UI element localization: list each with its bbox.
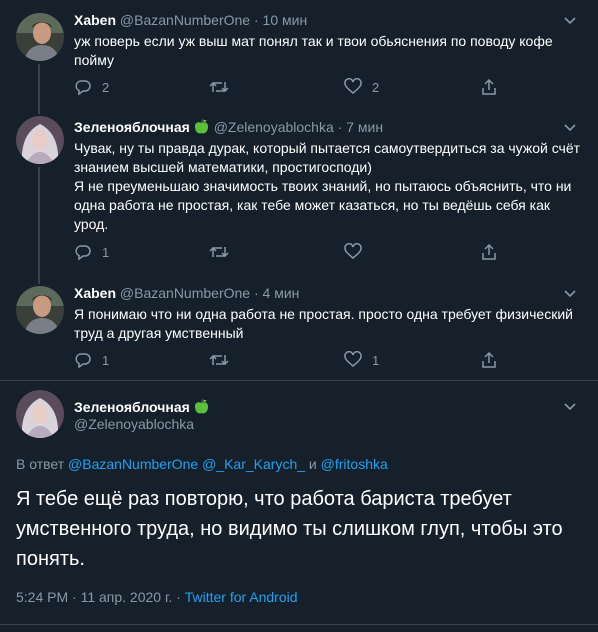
tweet-text: Чувак, ну ты правда дурак, который пытае…: [74, 139, 584, 234]
avatar-zelenoyablochka[interactable]: [16, 116, 64, 164]
reply-count: 1: [102, 244, 110, 260]
reply-button[interactable]: 2: [74, 78, 109, 96]
tweet-source-link[interactable]: Twitter for Android: [185, 589, 298, 605]
like-count: 1: [372, 352, 380, 368]
reply-count: 1: [102, 352, 110, 368]
retweet-icon: [209, 246, 229, 258]
heart-icon: [344, 78, 362, 94]
like-count: 2: [372, 79, 380, 95]
tweet-time[interactable]: 10 мин: [263, 12, 308, 28]
author-handle[interactable]: @BazanNumberOne: [120, 285, 250, 301]
author-name[interactable]: Xaben: [74, 12, 116, 28]
chevron-down-icon[interactable]: [562, 285, 578, 301]
author-name[interactable]: Зеленояблочная: [74, 119, 190, 135]
mention-link[interactable]: @BazanNumberOne: [68, 456, 198, 472]
author-handle[interactable]: @BazanNumberOne: [120, 12, 250, 28]
tweet-time[interactable]: 4 мин: [263, 285, 300, 301]
chevron-down-icon[interactable]: [562, 12, 578, 28]
replying-to: В ответ @BazanNumberOne @_Kar_Karych_ и …: [16, 456, 388, 472]
tweet-header: Зеленояблочная @Zelenoyablochka · 7 мин: [74, 118, 384, 135]
author-handle[interactable]: @Zelenoyablochka: [74, 416, 194, 432]
divider: [0, 380, 598, 381]
author-handle[interactable]: @Zelenoyablochka: [214, 119, 334, 135]
share-button[interactable]: [480, 351, 498, 369]
author-name[interactable]: Xaben: [74, 285, 116, 301]
like-button[interactable]: 1: [344, 351, 379, 369]
avatar-zelenoyablochka[interactable]: [16, 390, 64, 438]
thread-connector: [38, 64, 40, 114]
green-apple-icon: [194, 118, 208, 134]
tweet-actions: 2 2: [74, 78, 496, 98]
avatar-xaben[interactable]: [16, 286, 64, 334]
heart-icon: [344, 243, 362, 259]
thread-connector: [38, 167, 40, 284]
share-icon: [482, 351, 496, 368]
reply-icon: [75, 245, 91, 261]
author-name[interactable]: Зеленояблочная: [74, 398, 210, 415]
tweet-text-paragraph: Чувак, ну ты правда дурак, который пытае…: [74, 140, 581, 175]
reply-button[interactable]: 1: [74, 351, 109, 369]
retweet-icon: [209, 81, 229, 93]
chevron-down-icon[interactable]: [562, 398, 578, 414]
retweet-button[interactable]: [209, 351, 239, 369]
tweet-timestamp[interactable]: 5:24 PM · 11 апр. 2020 г. ·: [16, 589, 181, 605]
tweet-actions: 1: [74, 243, 496, 263]
tweet-time[interactable]: 7 мин: [346, 119, 383, 135]
reply-button[interactable]: 1: [74, 243, 109, 261]
mention-link[interactable]: @fritoshka: [321, 456, 388, 472]
tweet-text: уж поверь если уж выш мат понял так и тв…: [74, 33, 553, 68]
reply-icon: [75, 80, 91, 96]
like-button[interactable]: 2: [344, 78, 379, 96]
heart-icon: [344, 351, 362, 367]
retweet-button[interactable]: [209, 78, 239, 96]
retweet-icon: [209, 354, 229, 366]
share-button[interactable]: [480, 243, 498, 261]
tweet-metadata: 5:24 PM · 11 апр. 2020 г. · Twitter for …: [16, 589, 298, 605]
mention-link[interactable]: @_Kar_Karych_: [202, 456, 305, 472]
share-button[interactable]: [480, 78, 498, 96]
divider: [0, 624, 598, 625]
share-icon: [482, 243, 496, 260]
tweet-text-paragraph: Я не преуменьшаю значимость твоих знаний…: [74, 178, 572, 232]
share-icon: [482, 78, 496, 95]
chevron-down-icon[interactable]: [562, 119, 578, 135]
reply-count: 2: [102, 79, 110, 95]
tweet-header: Xaben @BazanNumberOne · 10 мин: [74, 12, 308, 28]
tweet-header: Xaben @BazanNumberOne · 4 мин: [74, 285, 300, 301]
green-apple-icon: [194, 398, 208, 414]
avatar-xaben[interactable]: [16, 13, 64, 61]
tweet-text: Я понимаю что ни одна работа не простая.…: [74, 306, 573, 341]
retweet-button[interactable]: [209, 243, 239, 261]
like-button[interactable]: [344, 243, 372, 261]
tweet-actions: 1 1: [74, 351, 496, 371]
main-tweet-text: Я тебе ещё раз повторю, что работа барис…: [16, 488, 563, 570]
reply-icon: [75, 353, 91, 369]
